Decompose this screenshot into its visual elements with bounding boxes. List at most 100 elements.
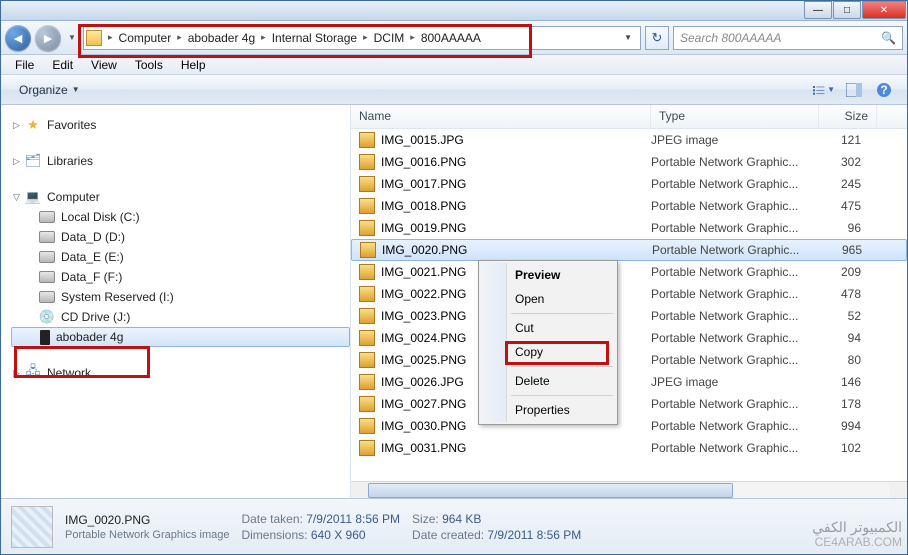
preview-pane-button[interactable] [843,79,865,101]
tree-drive-d[interactable]: Data_D (D:) [11,227,350,247]
crumb-computer[interactable]: Computer [117,31,174,45]
view-options-button[interactable]: ▼ [813,79,835,101]
column-type[interactable]: Type [651,105,819,128]
file-type: Portable Network Graphic... [651,397,819,411]
menu-edit[interactable]: Edit [44,56,81,74]
file-row[interactable]: IMG_0027.PNGPortable Network Graphic...1… [351,393,907,415]
file-row[interactable]: IMG_0023.PNGPortable Network Graphic...5… [351,305,907,327]
file-type: Portable Network Graphic... [651,353,819,367]
ctx-cut[interactable]: Cut [481,316,615,340]
file-type: Portable Network Graphic... [651,155,819,169]
ctx-delete[interactable]: Delete [481,369,615,393]
file-row[interactable]: IMG_0015.JPGJPEG image121 [351,129,907,151]
tree-favorites[interactable]: ▷★Favorites [11,115,350,135]
file-row[interactable]: IMG_0031.PNGPortable Network Graphic...1… [351,437,907,459]
address-bar[interactable]: ▸ Computer ▸ abobader 4g ▸ Internal Stor… [83,26,641,50]
tree-phone-device[interactable]: abobader 4g [11,327,350,347]
maximize-button[interactable]: □ [833,1,861,19]
file-row[interactable]: IMG_0030.PNGPortable Network Graphic...9… [351,415,907,437]
star-icon: ★ [25,117,41,133]
chevron-down-icon: ▼ [72,85,80,94]
file-size: 994 [819,419,869,433]
file-list[interactable]: IMG_0015.JPGJPEG image121 IMG_0016.PNG Por… [351,129,907,481]
address-dropdown[interactable]: ▼ [618,33,638,42]
image-file-icon [359,396,375,412]
tree-drive-c[interactable]: Local Disk (C:) [11,207,350,227]
tree-libraries[interactable]: ▷🗂Libraries [11,151,350,171]
image-file-icon [359,198,375,214]
file-size: 209 [819,265,869,279]
image-file-icon [359,374,375,390]
crumb-device[interactable]: abobader 4g [186,31,257,45]
tree-network[interactable]: ▷🖧Network [11,363,350,383]
drive-icon [39,271,55,283]
column-size[interactable]: Size [819,105,877,128]
tree-drive-i[interactable]: System Reserved (I:) [11,287,350,307]
breadcrumb-separator[interactable]: ▸ [257,32,270,43]
breadcrumb-separator[interactable]: ▸ [406,32,419,43]
history-dropdown[interactable]: ▼ [65,27,79,49]
menu-file[interactable]: File [7,56,42,74]
breadcrumb-separator[interactable]: ▸ [104,32,117,43]
search-input[interactable]: Search 800AAAAA 🔍 [673,26,903,50]
file-row[interactable]: IMG_0019.PNGPortable Network Graphic...9… [351,217,907,239]
file-name: IMG_0017.PNG [381,177,466,191]
ctx-properties[interactable]: Properties [481,398,615,422]
tree-drive-e[interactable]: Data_E (E:) [11,247,350,267]
help-button[interactable]: ? [873,79,895,101]
crumb-storage[interactable]: Internal Storage [270,31,359,45]
column-name[interactable]: Name [351,105,651,128]
forward-button[interactable]: ► [35,25,61,51]
file-size: 102 [819,441,869,455]
title-bar[interactable]: — □ ✕ [1,1,907,21]
file-type: Portable Network Graphic... [651,199,819,213]
horizontal-scrollbar[interactable] [351,481,907,498]
file-list-pane: Name Type Size IMG_0015.JPGJPEG image121… [351,105,907,498]
explorer-window: — □ ✕ ◄ ► ▼ ▸ Computer ▸ abobader 4g ▸ I… [0,0,908,555]
crumb-dcim[interactable]: DCIM [372,31,407,45]
navigation-pane[interactable]: ▷★Favorites ▷🗂Libraries ▽💻Computer Local… [1,105,351,498]
file-row[interactable]: IMG_0022.PNGPortable Network Graphic...4… [351,283,907,305]
phone-icon [40,330,50,345]
file-row[interactable]: IMG_0016.PNG Portable Network Graphic...3… [351,151,907,173]
crumb-folder[interactable]: 800AAAAA [419,31,483,45]
tree-drive-f[interactable]: Data_F (F:) [11,267,350,287]
organize-button[interactable]: Organize ▼ [9,79,90,101]
file-name: IMG_0016.PNG [381,155,466,169]
file-row[interactable]: IMG_0017.PNGPortable Network Graphic...2… [351,173,907,195]
file-row[interactable]: IMG_0026.JPGJPEG image146 [351,371,907,393]
folder-icon [86,30,102,46]
file-thumbnail [11,506,53,548]
file-row[interactable]: IMG_0020.PNGPortable Network Graphic...9… [351,239,907,261]
ctx-copy[interactable]: Copy [481,340,615,364]
back-button[interactable]: ◄ [5,25,31,51]
minimize-button[interactable]: — [804,1,832,19]
file-row[interactable]: IMG_0021.PNGPortable Network Graphic...2… [351,261,907,283]
file-name: IMG_0022.PNG [381,287,466,301]
image-file-icon [359,440,375,456]
ctx-preview[interactable]: Preview [481,263,615,287]
file-name: IMG_0021.PNG [381,265,466,279]
ctx-open[interactable]: Open [481,287,615,311]
file-name: IMG_0025.PNG [381,353,466,367]
file-type: Portable Network Graphic... [651,177,819,191]
menu-view[interactable]: View [83,56,125,74]
file-name: IMG_0018.PNG [381,199,466,213]
tree-computer[interactable]: ▽💻Computer [11,187,350,207]
file-name: IMG_0020.PNG [382,243,467,257]
file-row[interactable]: IMG_0018.PNGPortable Network Graphic...4… [351,195,907,217]
refresh-button[interactable]: ↻ [645,26,669,50]
breadcrumb-separator[interactable]: ▸ [173,32,186,43]
file-row[interactable]: IMG_0024.PNGPortable Network Graphic...9… [351,327,907,349]
close-button[interactable]: ✕ [862,1,906,19]
menu-tools[interactable]: Tools [127,56,171,74]
file-size: 178 [819,397,869,411]
file-name: IMG_0023.PNG [381,309,466,323]
file-size: 302 [819,155,869,169]
organize-label: Organize [19,83,68,97]
tree-cd-drive[interactable]: 💿CD Drive (J:) [11,307,350,327]
file-row[interactable]: IMG_0025.PNGPortable Network Graphic...8… [351,349,907,371]
breadcrumb-separator[interactable]: ▸ [359,32,372,43]
menu-help[interactable]: Help [173,56,214,74]
image-file-icon [359,330,375,346]
